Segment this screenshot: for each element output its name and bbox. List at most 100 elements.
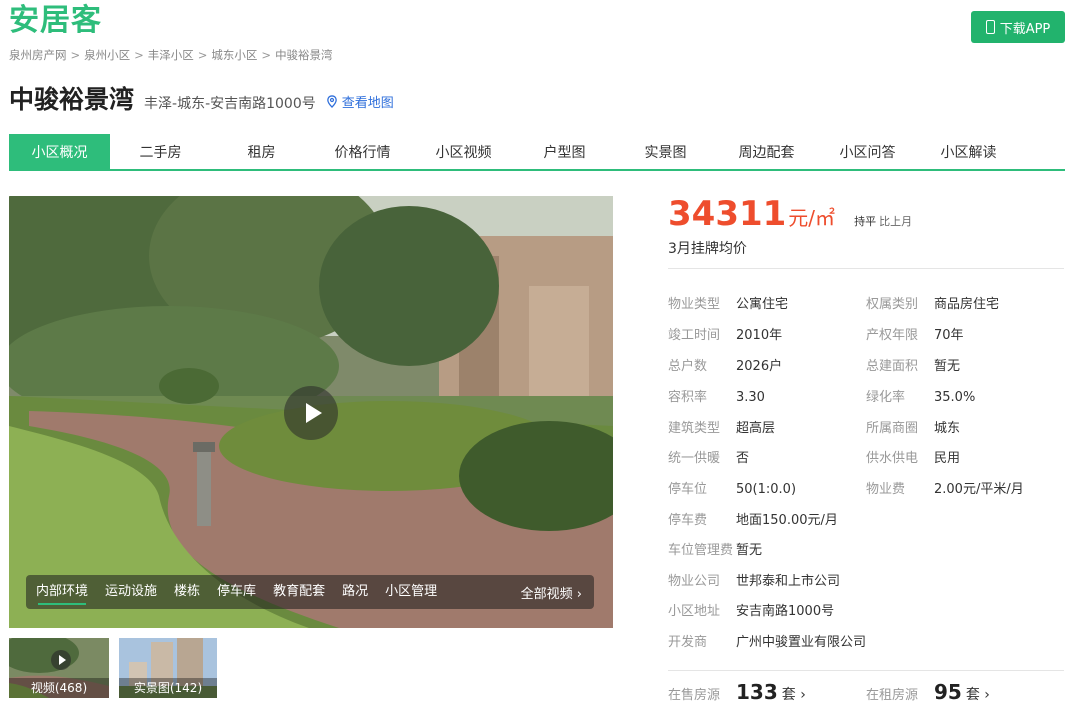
detail-key: 停车费 [668,513,708,528]
detail-completion: 竣工时间 2010年 [668,324,782,343]
detail-key: 停车位 [668,482,708,497]
detail-value: 暂无 [736,543,763,558]
detail-key: 车位管理费 [668,543,734,558]
video-thumbnail-label: 视频(468) [9,678,109,698]
photo-thumbnail[interactable]: 实景图(142) [119,638,217,698]
breadcrumb-separator: > [70,48,81,62]
detail-key: 物业费 [866,482,906,497]
detail-plot-ratio: 容积率 3.30 [668,386,765,405]
for-sale-listings-link[interactable]: 在售房源 133 套 › [668,680,806,704]
tab-floor-plans[interactable]: 户型图 [514,134,615,169]
detail-key: 总建面积 [866,359,919,374]
media-category-item[interactable]: 运动设施 [105,575,157,609]
photo-thumbnail-label: 实景图(142) [119,678,217,698]
view-map-label: 查看地图 [341,96,394,111]
breadcrumb-current: 中骏裕景湾 [275,48,333,62]
detail-key: 总户数 [668,359,708,374]
breadcrumb-separator: > [197,48,208,62]
detail-value: 地面150.00元/月 [736,513,838,528]
breadcrumb: 泉州房产网 > 泉州小区 > 丰泽小区 > 城东小区 > 中骏裕景湾 [9,47,333,63]
breadcrumb-item[interactable]: 城东小区 [211,48,257,62]
tab-second-hand[interactable]: 二手房 [110,134,211,169]
detail-business-area: 所属商圈 城东 [866,417,960,436]
detail-key: 权属类别 [866,297,919,312]
community-video-player[interactable]: 内部环境 运动设施 楼栋 停车库 教育配套 路况 小区管理 全部视频 › [9,196,613,628]
detail-developer: 开发商 广州中骏置业有限公司 [668,631,866,650]
average-price: 34311 [668,194,787,234]
detail-property-type: 物业类型 公寓住宅 [668,293,788,312]
detail-key: 供水供电 [866,451,919,466]
detail-key: 容积率 [668,390,708,405]
detail-value: 民用 [934,451,961,466]
tab-photos[interactable]: 实景图 [615,134,716,169]
detail-property-fee: 物业费 2.00元/平米/月 [866,478,1024,497]
play-icon [51,650,71,670]
detail-ownership: 权属类别 商品房住宅 [866,293,999,312]
video-thumbnail[interactable]: 视频(468) [9,638,109,698]
tab-overview[interactable]: 小区概况 [9,134,110,169]
breadcrumb-separator: > [134,48,144,62]
detail-property-term: 产权年限 70年 [866,324,964,343]
price-trend-compare: 比上月 [879,215,913,228]
tab-price-trend[interactable]: 价格行情 [312,134,413,169]
tab-videos[interactable]: 小区视频 [413,134,514,169]
detail-key: 所属商圈 [866,421,919,436]
detail-value: 世邦泰和上市公司 [736,574,841,589]
detail-value: 35.0% [934,390,976,405]
media-category-item[interactable]: 小区管理 [385,575,437,609]
view-map-link[interactable]: 查看地图 [326,92,394,111]
for-sale-unit: 套 › [781,687,806,703]
breadcrumb-item[interactable]: 泉州房产网 [9,48,67,62]
divider [668,670,1064,671]
detail-value: 70年 [934,328,964,343]
detail-parking-fee: 停车费 地面150.00元/月 [668,509,838,528]
detail-property-company: 物业公司 世邦泰和上市公司 [668,570,840,589]
tab-qa[interactable]: 小区问答 [817,134,918,169]
detail-key: 竣工时间 [668,328,721,343]
detail-key: 物业公司 [668,574,721,589]
play-icon[interactable] [284,386,338,440]
for-rent-count: 95 [934,680,962,704]
price-label: 3月挂牌均价 [668,241,747,257]
detail-value: 超高层 [736,421,776,436]
anjuke-logo[interactable]: 安居客 [9,2,102,40]
media-category-item[interactable]: 教育配套 [273,575,325,609]
detail-key: 物业类型 [668,297,721,312]
media-category-item[interactable]: 停车库 [217,575,256,609]
price-unit: 元/㎡ [788,206,836,230]
tab-analysis[interactable]: 小区解读 [918,134,1019,169]
detail-key: 开发商 [668,635,708,650]
detail-total-area: 总建面积 暂无 [866,355,960,374]
detail-value: 商品房住宅 [934,297,1000,312]
divider [668,268,1064,269]
all-videos-link[interactable]: 全部视频 › [521,583,582,602]
breadcrumb-item[interactable]: 丰泽小区 [148,48,194,62]
detail-value: 3.30 [736,390,765,405]
detail-parking-management: 车位管理费 暂无 [668,539,762,558]
download-app-button[interactable]: 下载APP [971,11,1065,43]
detail-key: 小区地址 [668,604,721,619]
media-category-item[interactable]: 内部环境 [36,575,88,609]
detail-key: 建筑类型 [668,421,721,436]
detail-utilities: 供水供电 民用 [866,447,960,466]
tab-surroundings[interactable]: 周边配套 [716,134,817,169]
tab-rent[interactable]: 租房 [211,134,312,169]
detail-value: 安吉南路1000号 [736,604,835,619]
detail-value: 城东 [934,421,961,436]
breadcrumb-separator: > [261,48,272,62]
breadcrumb-item[interactable]: 泉州小区 [84,48,130,62]
detail-value: 否 [736,451,750,466]
price-trend-status: 持平 [854,215,877,228]
detail-value: 2026户 [736,359,783,374]
for-rent-listings-link[interactable]: 在租房源 95 套 › [866,680,990,704]
media-category-item[interactable]: 路况 [342,575,368,609]
detail-value: 2010年 [736,328,783,343]
community-address: 丰泽-城东-安吉南路1000号 [144,96,316,112]
media-category-item[interactable]: 楼栋 [174,575,200,609]
download-app-label: 下载APP [999,21,1051,37]
community-name: 中骏裕景湾 [9,85,135,114]
detail-address: 小区地址 安吉南路1000号 [668,600,834,619]
for-rent-label: 在租房源 [866,688,919,703]
phone-icon [985,20,995,34]
detail-parking-spaces: 停车位 50(1:0.0) [668,478,796,497]
